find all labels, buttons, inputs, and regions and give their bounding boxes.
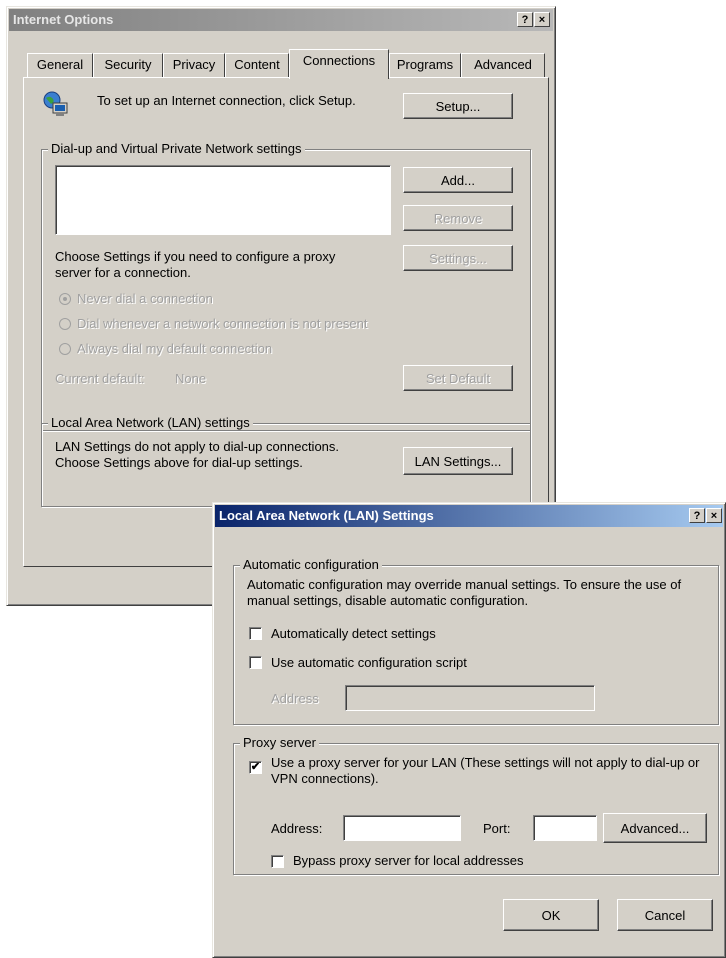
lan-dialog-titlebar[interactable]: Local Area Network (LAN) Settings ? × (215, 505, 723, 527)
script-address-input[interactable] (346, 686, 594, 710)
script-address-field[interactable] (345, 685, 595, 711)
lan-group-label: Local Area Network (LAN) settings (48, 415, 253, 430)
lan-text: LAN Settings do not apply to dial-up con… (55, 439, 340, 470)
lan-settings-dialog: Local Area Network (LAN) Settings ? × Au… (212, 502, 726, 958)
dialup-group-label: Dial-up and Virtual Private Network sett… (48, 141, 305, 156)
radio-never-dial[interactable] (59, 293, 71, 305)
bypass-label: Bypass proxy server for local addresses (293, 853, 524, 868)
lan-settings-button[interactable]: LAN Settings... (403, 447, 513, 475)
radio-dial-whenever[interactable] (59, 318, 71, 330)
tab-programs[interactable]: Programs (389, 53, 461, 77)
set-default-button[interactable]: Set Default (403, 365, 513, 391)
auto-script-label: Use automatic configuration script (271, 655, 467, 670)
use-proxy-label: Use a proxy server for your LAN (These s… (271, 755, 700, 786)
network-icon (41, 89, 71, 119)
tab-connections[interactable]: Connections (289, 49, 389, 79)
connections-list[interactable] (55, 165, 391, 235)
setup-button[interactable]: Setup... (403, 93, 513, 119)
proxy-address-input[interactable] (344, 816, 460, 840)
proxy-address-label: Address: (271, 821, 323, 836)
port-input[interactable] (534, 816, 596, 840)
auto-script-checkbox[interactable] (249, 656, 262, 669)
script-address-label: Address (271, 691, 319, 706)
window-title: Internet Options (13, 12, 114, 27)
help-button[interactable]: ? (517, 12, 533, 27)
proxy-address-field[interactable] (343, 815, 461, 841)
radio-dial-whenever-label: Dial whenever a network connection is no… (77, 316, 368, 331)
auto-config-label: Automatic configuration (240, 557, 382, 572)
tab-privacy[interactable]: Privacy (163, 53, 225, 77)
advanced-button[interactable]: Advanced... (603, 813, 707, 843)
close-button[interactable]: × (534, 12, 550, 27)
proxy-server-label: Proxy server (240, 735, 319, 750)
remove-button[interactable]: Remove (403, 205, 513, 231)
bypass-checkbox[interactable] (271, 855, 284, 868)
internet-options-titlebar[interactable]: Internet Options ? × (9, 9, 553, 31)
ok-button[interactable]: OK (503, 899, 599, 931)
port-field[interactable] (533, 815, 597, 841)
tab-advanced[interactable]: Advanced (461, 53, 545, 77)
settings-button[interactable]: Settings... (403, 245, 513, 271)
radio-always-dial-label: Always dial my default connection (77, 341, 273, 356)
port-label: Port: (483, 821, 511, 836)
current-default-label: Current default: (55, 371, 145, 386)
close-button[interactable]: × (706, 508, 722, 523)
lan-dialog-title: Local Area Network (LAN) Settings (219, 508, 434, 523)
radio-always-dial[interactable] (59, 343, 71, 355)
settings-text: Choose Settings if you need to configure… (55, 249, 336, 280)
auto-detect-checkbox[interactable] (249, 627, 262, 640)
help-button[interactable]: ? (689, 508, 705, 523)
cancel-button[interactable]: Cancel (617, 899, 713, 931)
radio-never-dial-label: Never dial a connection (77, 291, 213, 306)
tab-security[interactable]: Security (93, 53, 163, 77)
auto-config-text: Automatic configuration may override man… (247, 577, 682, 608)
use-proxy-checkbox[interactable]: ✔ (249, 761, 262, 774)
current-default-value: None (175, 371, 207, 386)
tab-content[interactable]: Content (225, 53, 289, 77)
add-button[interactable]: Add... (403, 167, 513, 193)
auto-detect-label: Automatically detect settings (271, 626, 436, 641)
setup-text: To set up an Internet connection, click … (97, 93, 356, 108)
tab-general[interactable]: General (27, 53, 93, 77)
